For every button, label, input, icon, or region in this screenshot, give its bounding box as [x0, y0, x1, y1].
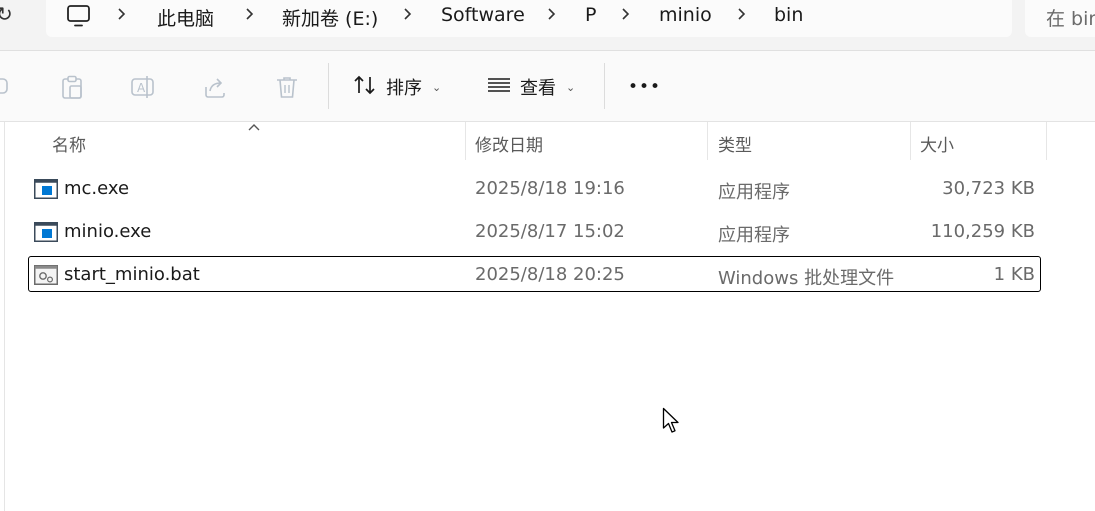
- sort-label: 排序: [386, 78, 422, 99]
- breadcrumb-minio[interactable]: minio: [659, 4, 712, 26]
- chevron-right-icon[interactable]: [115, 4, 129, 24]
- refresh-icon[interactable]: ↻: [0, 2, 13, 26]
- paste-icon[interactable]: [59, 74, 85, 100]
- column-resize-handle[interactable]: [707, 122, 708, 160]
- new-icon[interactable]: [0, 74, 14, 100]
- file-size: 1 KB: [993, 264, 1035, 285]
- column-header-modified[interactable]: 修改日期: [475, 131, 543, 156]
- file-modified: 2025/8/17 15:02: [475, 221, 625, 242]
- sort-icon: [352, 73, 378, 102]
- computer-icon[interactable]: [66, 3, 92, 33]
- file-modified: 2025/8/18 19:16: [475, 178, 625, 199]
- file-type: 应用程序: [718, 182, 790, 203]
- sort-button[interactable]: 排序 ⌄: [352, 72, 441, 102]
- chevron-right-icon[interactable]: [735, 4, 749, 24]
- search-placeholder: 在 bin: [1046, 8, 1095, 30]
- mouse-cursor-icon: [662, 407, 682, 439]
- file-size: 110,259 KB: [930, 221, 1035, 242]
- toolbar-divider: [328, 63, 329, 109]
- chevron-right-icon[interactable]: [243, 4, 257, 24]
- breadcrumb-drive[interactable]: 新加卷 (E:): [282, 4, 378, 31]
- column-header-size[interactable]: 大小: [920, 131, 954, 156]
- toolbar-divider: [604, 63, 605, 109]
- share-icon[interactable]: [202, 74, 228, 100]
- chevron-down-icon: ⌄: [566, 80, 576, 94]
- breadcrumb-p[interactable]: P: [585, 4, 596, 26]
- exe-icon: [34, 222, 58, 242]
- delete-icon[interactable]: [274, 74, 300, 100]
- view-button[interactable]: 查看 ⌄: [486, 72, 575, 102]
- view-icon: [486, 73, 512, 102]
- chevron-down-icon: ⌄: [432, 80, 442, 94]
- file-type: 应用程序: [718, 225, 790, 246]
- chevron-right-icon[interactable]: [619, 4, 633, 24]
- breadcrumb-software[interactable]: Software: [441, 4, 525, 26]
- file-type: Windows 批处理文件: [718, 268, 895, 289]
- chevron-right-icon[interactable]: [545, 4, 559, 24]
- sort-ascending-icon: [247, 117, 261, 136]
- more-options-button[interactable]: •••: [628, 72, 661, 102]
- bat-icon: [34, 265, 58, 285]
- rename-icon[interactable]: A: [130, 74, 156, 100]
- exe-icon: [34, 179, 58, 199]
- view-label: 查看: [520, 78, 556, 99]
- column-resize-handle[interactable]: [910, 122, 911, 160]
- pane-edge: [4, 122, 5, 511]
- breadcrumb-this-pc[interactable]: 此电脑: [157, 4, 214, 31]
- file-name[interactable]: minio.exe: [64, 221, 151, 242]
- chevron-right-icon[interactable]: [401, 4, 415, 24]
- file-name[interactable]: mc.exe: [64, 178, 129, 199]
- column-resize-handle[interactable]: [465, 122, 466, 160]
- file-modified: 2025/8/18 20:25: [475, 264, 625, 285]
- column-resize-handle[interactable]: [1046, 122, 1047, 160]
- breadcrumb-bin[interactable]: bin: [774, 4, 803, 26]
- file-name[interactable]: start_minio.bat: [64, 264, 200, 285]
- file-size: 30,723 KB: [942, 178, 1035, 199]
- svg-text:A: A: [137, 81, 146, 95]
- column-header-type[interactable]: 类型: [718, 131, 752, 156]
- column-header-name[interactable]: 名称: [52, 131, 86, 156]
